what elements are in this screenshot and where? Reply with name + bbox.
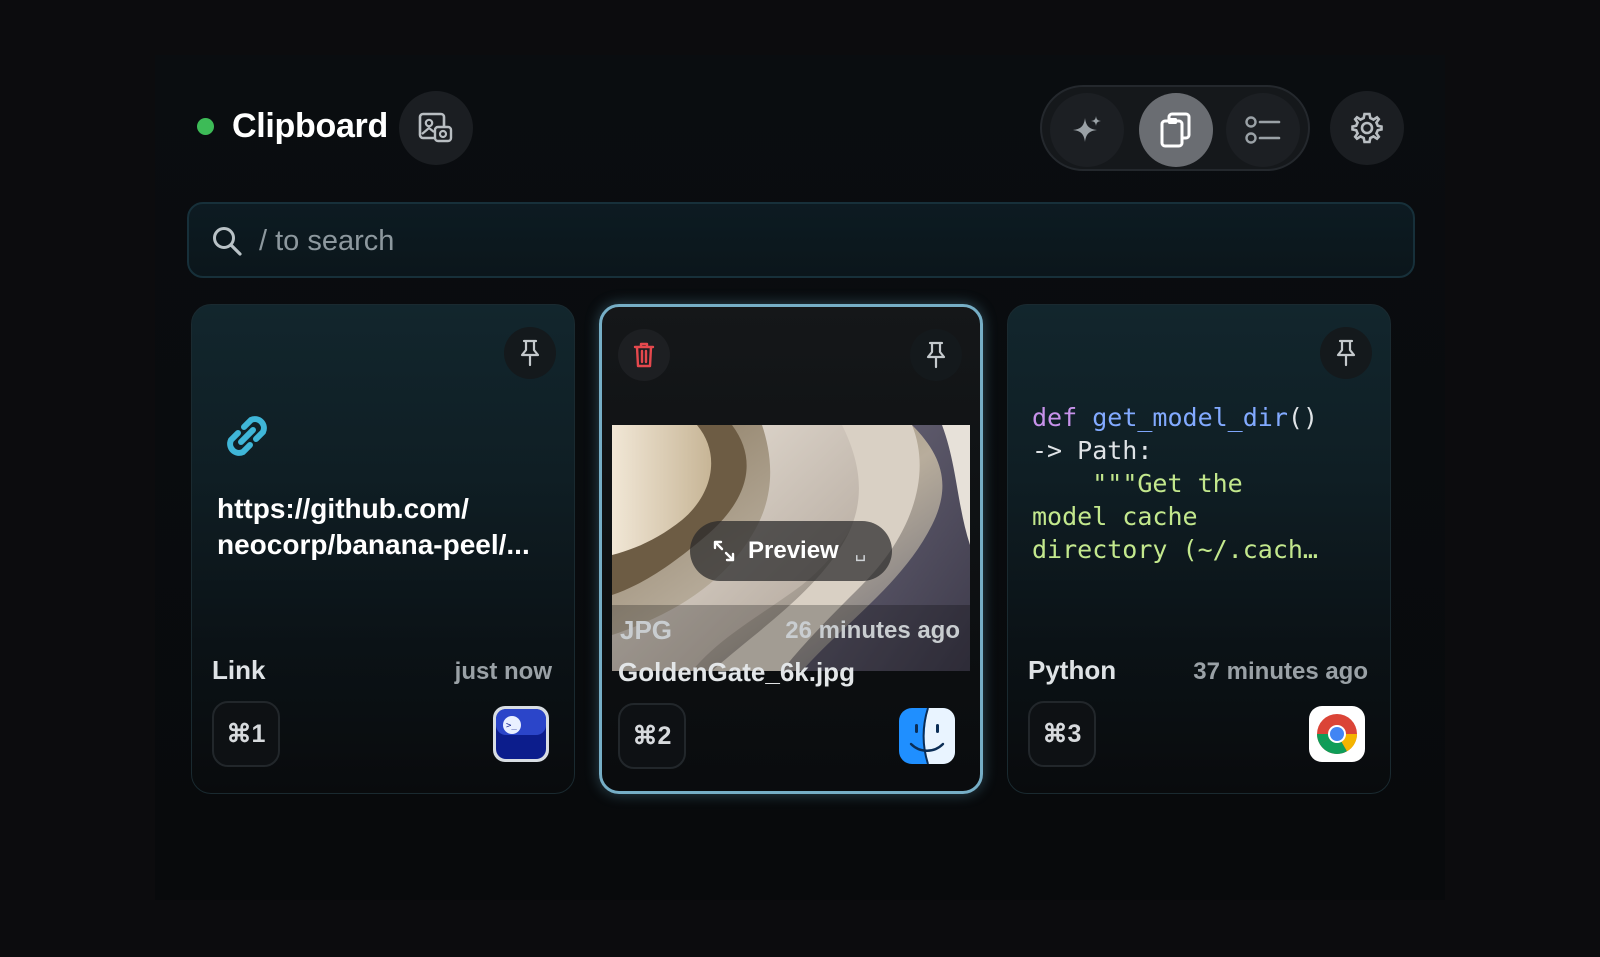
clip-timestamp: 26 minutes ago — [785, 617, 960, 644]
clipboard-icon — [1160, 112, 1191, 148]
link-line-2: neocorp/banana-peel/... — [217, 529, 530, 560]
code-function: get_model_dir — [1092, 403, 1288, 432]
code-keyword: def — [1032, 403, 1078, 432]
clip-timestamp: 37 minutes ago — [1193, 658, 1368, 685]
checklist-mode-button[interactable] — [1226, 93, 1300, 167]
shortcut-badge: ⌘3 — [1028, 701, 1096, 767]
link-icon — [227, 416, 267, 456]
checklist-icon — [1245, 116, 1281, 144]
gear-icon — [1351, 112, 1383, 144]
pin-button[interactable] — [504, 327, 556, 379]
preview-label: Preview — [748, 537, 839, 564]
code-doc-line-3: directory (~/.cach… — [1032, 535, 1318, 564]
pin-icon — [1336, 339, 1356, 367]
status-indicator — [197, 118, 214, 135]
search-input[interactable] — [257, 218, 1361, 264]
image-capture-button[interactable] — [399, 91, 473, 165]
pin-button[interactable] — [910, 329, 962, 381]
search-bar — [187, 202, 1415, 278]
link-line-1: https://github.com/ — [217, 493, 469, 524]
clip-item-code[interactable]: def get_model_dir() -> Path: """Get the … — [1007, 304, 1391, 794]
code-return: -> Path: — [1032, 436, 1153, 465]
space-key-hint: ␣ — [854, 540, 867, 561]
delete-button[interactable] — [618, 329, 670, 381]
code-paren: () — [1287, 403, 1318, 432]
header: Clipboard — [155, 55, 1445, 195]
shortcut-badge: ⌘1 — [212, 701, 280, 767]
mode-toggle-group — [1040, 85, 1310, 171]
svg-text:>_: >_ — [506, 721, 517, 731]
pin-icon — [520, 339, 540, 367]
code-snippet: def get_model_dir() -> Path: """Get the … — [1032, 401, 1372, 566]
app-title: Clipboard — [232, 107, 388, 145]
image-thumbnail[interactable]: Preview ␣ JPG 26 minutes ago — [612, 425, 970, 671]
clip-timestamp: just now — [454, 658, 552, 685]
code-doc-line-2: model cache — [1032, 502, 1198, 531]
settings-button[interactable] — [1330, 91, 1404, 165]
finder-app-icon — [899, 707, 955, 765]
clip-type-label: Python — [1028, 655, 1117, 685]
pin-icon — [926, 341, 946, 369]
expand-icon — [713, 540, 735, 562]
terminal-app-icon: >_ — [493, 706, 549, 762]
file-type-label: JPG — [620, 615, 673, 645]
clip-link-text: https://github.com/ neocorp/banana-peel/… — [217, 491, 557, 563]
image-capture-icon — [418, 112, 453, 143]
clipboard-panel: Clipboard / to search https://github.com… — [155, 55, 1445, 900]
sparkle-icon — [1073, 116, 1101, 142]
chrome-app-icon — [1309, 706, 1365, 762]
clip-type-label: Link — [212, 655, 266, 685]
file-name: GoldenGate_6k.jpg — [618, 657, 855, 687]
clip-item-image[interactable]: Preview ␣ JPG 26 minutes ago GoldenGate_… — [599, 304, 983, 794]
ai-mode-button[interactable] — [1050, 93, 1124, 167]
shortcut-badge: ⌘2 — [618, 703, 686, 769]
trash-icon — [633, 342, 655, 368]
clipboard-mode-button[interactable] — [1139, 93, 1213, 167]
search-icon — [213, 227, 242, 256]
pin-button[interactable] — [1320, 327, 1372, 379]
preview-button[interactable]: Preview ␣ — [690, 521, 892, 581]
clip-item-link[interactable]: https://github.com/ neocorp/banana-peel/… — [191, 304, 575, 794]
code-doc-line-1: """Get the — [1092, 469, 1243, 498]
